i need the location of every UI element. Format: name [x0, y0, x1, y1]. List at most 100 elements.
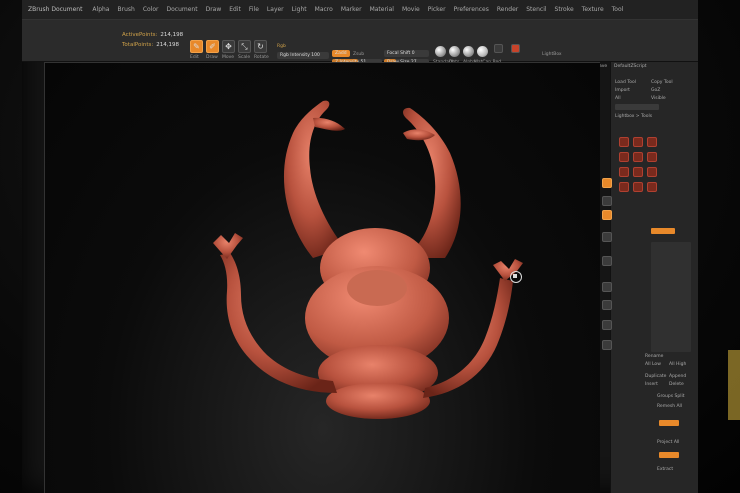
menu-item-movie[interactable]: Movie — [400, 6, 422, 13]
rp-load-tool[interactable]: Load Tool — [615, 80, 636, 85]
rp-copy-tool[interactable]: Copy Tool — [651, 80, 673, 85]
menu-item-brush[interactable]: Brush — [115, 6, 136, 13]
total-points-label: TotalPoints: — [122, 42, 154, 48]
move-label: Move — [222, 55, 235, 60]
side-local-icon[interactable] — [602, 282, 612, 292]
rp-import[interactable]: Import — [615, 88, 630, 93]
scale-label: Scale — [238, 55, 251, 60]
monitor-bezel: ZBrush Document Alpha Brush Color Docume… — [0, 0, 740, 493]
rp-all[interactable]: All — [615, 96, 621, 101]
rp-rename[interactable]: Rename — [645, 354, 663, 359]
menu-item-alpha[interactable]: Alpha — [90, 6, 111, 13]
rp-all-low[interactable]: All Low — [645, 362, 661, 367]
menu-item-picker[interactable]: Picker — [426, 6, 448, 13]
subtool-active-button[interactable] — [651, 228, 675, 234]
edit-label: Edit — [190, 55, 199, 60]
side-frame-icon[interactable] — [602, 320, 612, 330]
rp-project-all[interactable]: Project All — [657, 440, 679, 445]
dots-stroke-icon[interactable] — [449, 46, 460, 57]
rp-visible[interactable]: Visible — [651, 96, 666, 101]
menu-item-draw[interactable]: Draw — [204, 6, 224, 13]
tool-thumb-icon[interactable] — [633, 152, 643, 162]
main-color-swatch[interactable] — [511, 44, 520, 53]
sticky-note — [728, 350, 740, 420]
rotate-label: Rotate — [254, 55, 269, 60]
rp-groups-split[interactable]: Groups Split — [657, 394, 684, 399]
rgb-intensity-text: Rgb Intensity 100 — [280, 53, 320, 58]
rgb-label: Rgb — [277, 44, 286, 49]
side-actual-icon[interactable] — [602, 210, 612, 220]
draw-button[interactable]: ✐ — [206, 40, 219, 53]
menu-item-tool[interactable]: Tool — [610, 6, 626, 13]
rp-delete[interactable]: Delete — [669, 382, 684, 387]
rgb-intensity-slider[interactable]: Rgb Intensity 100 — [277, 52, 329, 59]
side-xyz-icon[interactable] — [602, 300, 612, 310]
tool-thumb-icon[interactable] — [647, 182, 657, 192]
side-scroll-icon[interactable] — [602, 178, 612, 188]
rp-all-high[interactable]: All High — [669, 362, 686, 367]
make-polymesh-button[interactable] — [615, 104, 659, 110]
menu-item-layer[interactable]: Layer — [265, 6, 286, 13]
zadd-button[interactable]: Zadd — [332, 50, 350, 57]
tool-thumb-icon[interactable] — [619, 167, 629, 177]
subtool-list[interactable] — [651, 242, 691, 352]
menu-item-file[interactable]: File — [247, 6, 261, 13]
side-zoom-icon[interactable] — [602, 196, 612, 206]
menu-item-render[interactable]: Render — [495, 6, 520, 13]
rp-goz[interactable]: GoZ — [651, 88, 660, 93]
rotate-button[interactable]: ↻ — [254, 40, 267, 53]
remesh-button[interactable] — [659, 420, 679, 426]
project-button[interactable] — [659, 452, 679, 458]
tool-thumb-icon[interactable] — [647, 167, 657, 177]
color-picker-icon[interactable] — [494, 44, 503, 53]
sphere-material-icon[interactable] — [477, 46, 488, 57]
total-points-value: 214,198 — [156, 42, 179, 48]
menu-item-edit[interactable]: Edit — [227, 6, 243, 13]
menu-item-stroke[interactable]: Stroke — [553, 6, 576, 13]
menu-item-color[interactable]: Color — [141, 6, 161, 13]
menu-item-preferences[interactable]: Preferences — [452, 6, 491, 13]
menu-item-light[interactable]: Light — [290, 6, 309, 13]
edit-button[interactable]: ✎ — [190, 40, 203, 53]
tool-thumb-icon[interactable] — [619, 137, 629, 147]
focal-shift-text: Focal Shift 0 — [387, 51, 415, 56]
menu-item-document[interactable]: Document — [164, 6, 199, 13]
rp-extract[interactable]: Extract — [657, 467, 673, 472]
menu-item-texture[interactable]: Texture — [580, 6, 606, 13]
move-button[interactable]: ✥ — [222, 40, 235, 53]
rp-duplicate[interactable]: Duplicate — [645, 374, 666, 379]
default-zscript-button[interactable]: DefaultZScript — [614, 64, 647, 69]
tool-thumb-icon[interactable] — [633, 182, 643, 192]
rp-remesh-all[interactable]: Remesh All — [657, 404, 682, 409]
tool-thumb-icon[interactable] — [633, 137, 643, 147]
side-persp-icon[interactable] — [602, 232, 612, 242]
tool-thumb-icon[interactable] — [633, 167, 643, 177]
lightbox-button[interactable]: LightBox — [542, 52, 562, 57]
menu-bar: ZBrush Document Alpha Brush Color Docume… — [22, 0, 698, 20]
side-move-icon[interactable] — [602, 340, 612, 350]
zsub-button[interactable]: Zsub — [353, 52, 364, 57]
draw-label: Draw — [206, 55, 218, 60]
focal-shift-slider[interactable]: Focal Shift 0 — [384, 50, 429, 57]
menu-item-marker[interactable]: Marker — [339, 6, 364, 13]
alpha-icon[interactable] — [463, 46, 474, 57]
scale-button[interactable]: ⤡ — [238, 40, 251, 53]
rp-append[interactable]: Append — [669, 374, 686, 379]
side-floor-icon[interactable] — [602, 256, 612, 266]
active-points-value: 214,198 — [160, 32, 184, 38]
cursor-target-icon — [510, 271, 522, 283]
rp-insert[interactable]: Insert — [645, 382, 658, 387]
menu-item-macro[interactable]: Macro — [313, 6, 335, 13]
rotate-icon: ↻ — [257, 42, 264, 51]
scale-icon: ⤡ — [241, 42, 248, 51]
top-toolbar: ActivePoints: 214,198 TotalPoints: 214,198… — [22, 20, 698, 66]
menu-item-stencil[interactable]: Stencil — [524, 6, 548, 13]
tool-thumb-icon[interactable] — [619, 182, 629, 192]
tool-thumb-icon[interactable] — [647, 152, 657, 162]
rp-lightbox-tools[interactable]: Lightbox > Tools — [615, 114, 652, 119]
menu-item-material[interactable]: Material — [368, 6, 396, 13]
move-icon: ✥ — [225, 42, 232, 51]
standard-brush-icon[interactable] — [435, 46, 446, 57]
tool-thumb-icon[interactable] — [647, 137, 657, 147]
tool-thumb-icon[interactable] — [619, 152, 629, 162]
